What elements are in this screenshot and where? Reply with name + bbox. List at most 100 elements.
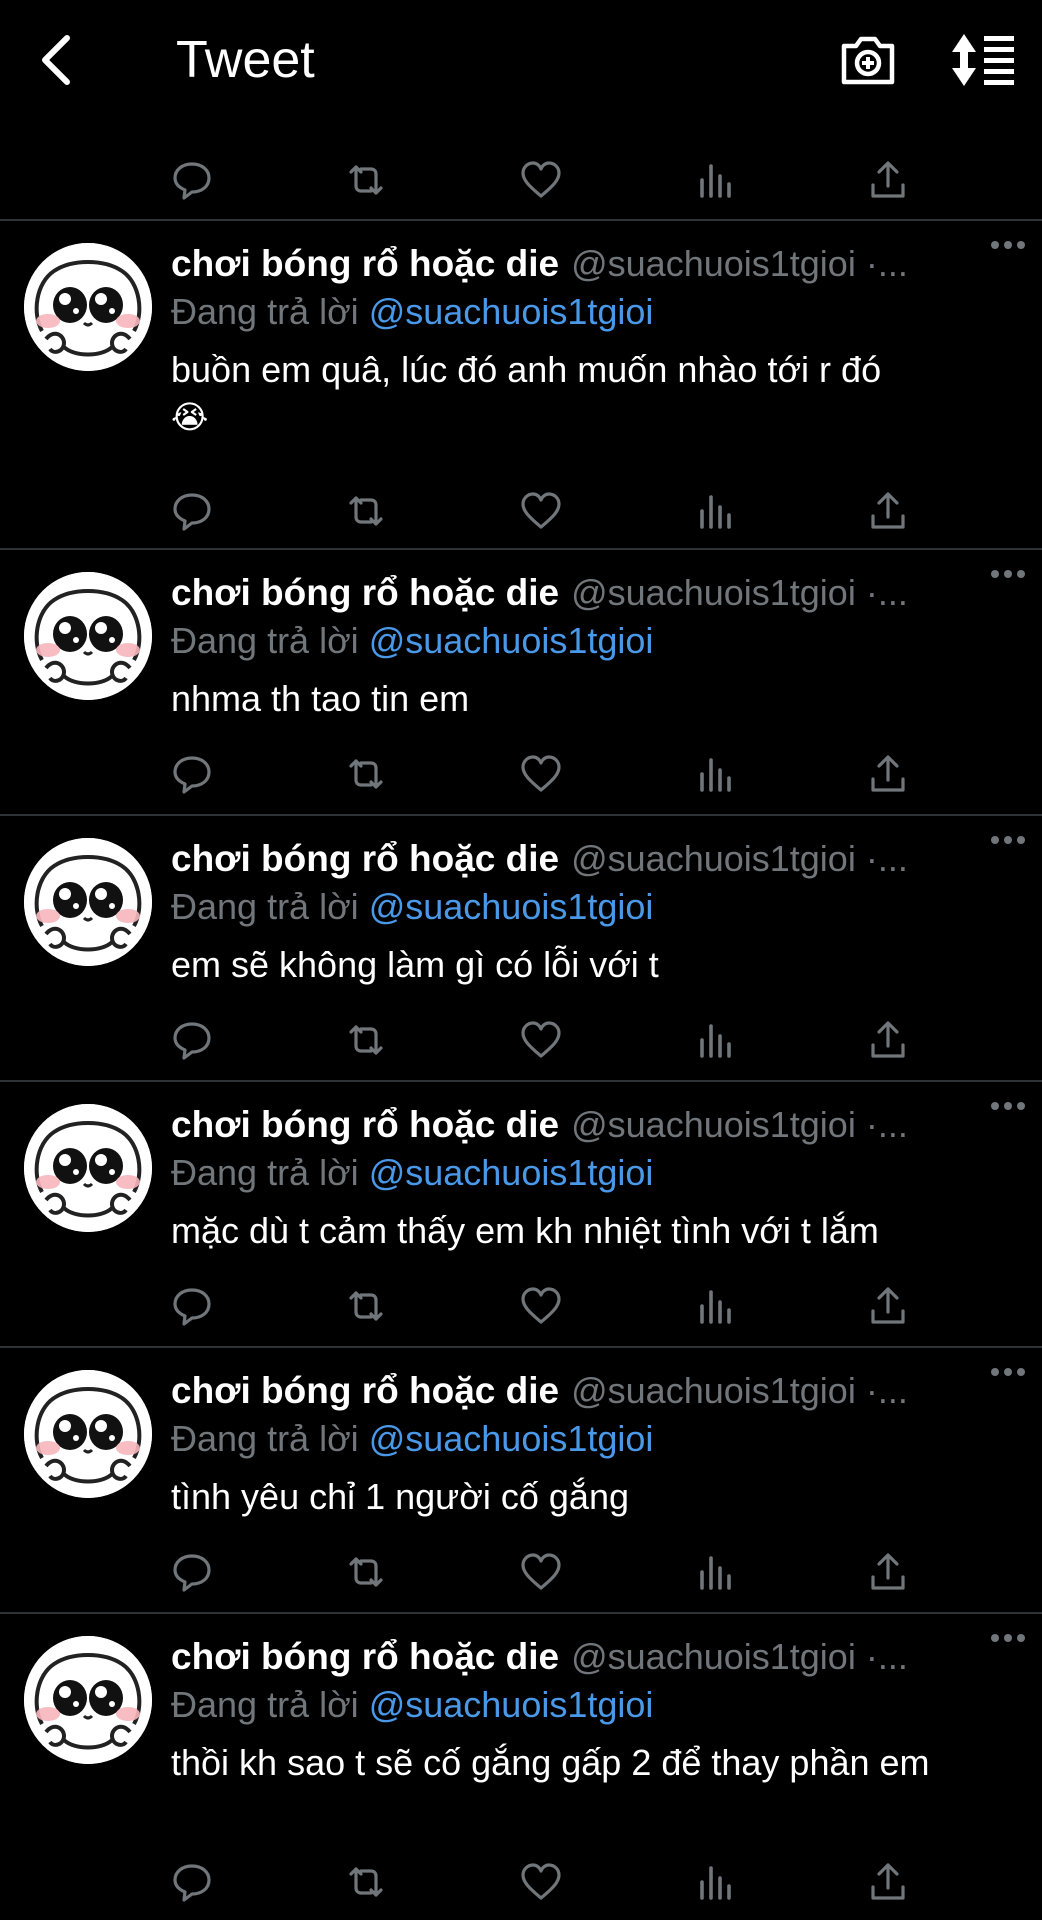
tweet-actions (0, 1544, 1042, 1604)
author-name[interactable]: chơi bóng rổ hoặc die (171, 1636, 559, 1678)
heart-icon (521, 492, 561, 529)
tweet-text-content: nhma th tao tin em (171, 678, 470, 719)
share-button[interactable] (860, 1544, 916, 1600)
more-dots-icon (991, 1634, 1025, 1642)
reply-button[interactable] (164, 1012, 220, 1068)
replying-to-line: Đang trả lời @suachuois1tgioi (171, 884, 1022, 930)
tweet-item[interactable]: chơi bóng rổ hoặc die @suachuois1tgioi ·… (0, 550, 1042, 815)
tweet-item[interactable]: chơi bóng rổ hoặc die @suachuois1tgioi ·… (0, 221, 1042, 549)
cartoon-avatar-icon (24, 1370, 152, 1498)
retweet-button[interactable] (338, 1854, 394, 1910)
avatar[interactable] (24, 243, 152, 371)
tweet-item[interactable]: chơi bóng rổ hoặc die @suachuois1tgioi ·… (0, 1082, 1042, 1347)
tweet-text: thồi kh sao t sẽ cố gắng gấp 2 để thay p… (171, 1740, 1022, 1786)
tweet-text-content: em sẽ không làm gì có lỗi với t (171, 944, 659, 985)
retweet-button[interactable] (338, 1012, 394, 1068)
reply-button[interactable] (164, 746, 220, 802)
author-name[interactable]: chơi bóng rổ hoặc die (171, 1370, 559, 1412)
replying-to-line: Đang trả lời @suachuois1tgioi (171, 1150, 1022, 1196)
retweet-button[interactable] (338, 1544, 394, 1600)
avatar[interactable] (24, 572, 152, 700)
avatar[interactable] (24, 1636, 152, 1764)
replying-to-label: Đang trả lời (171, 1418, 369, 1459)
previous-tweet-actions (0, 152, 1042, 212)
retweet-icon (349, 1867, 383, 1897)
crying-face-emoji-icon: 😭 (171, 399, 209, 435)
reply-button[interactable] (164, 1544, 220, 1600)
camera-button[interactable] (838, 30, 898, 90)
avatar[interactable] (24, 1370, 152, 1498)
views-button[interactable] (688, 1278, 744, 1334)
more-options-button[interactable] (988, 1624, 1028, 1652)
retweet-button[interactable] (338, 1278, 394, 1334)
bar-chart-icon (700, 1290, 731, 1324)
like-button[interactable] (513, 1854, 569, 1910)
share-button[interactable] (860, 483, 916, 539)
tweet-item[interactable]: chơi bóng rổ hoặc die @suachuois1tgioi ·… (0, 1348, 1042, 1613)
cartoon-avatar-icon (24, 1104, 152, 1232)
page-title: Tweet (176, 31, 315, 89)
author-name[interactable]: chơi bóng rổ hoặc die (171, 838, 559, 880)
views-button[interactable] (688, 1544, 744, 1600)
share-icon (871, 161, 905, 198)
mention-link[interactable]: @suachuois1tgioi (369, 620, 654, 661)
views-button[interactable] (688, 483, 744, 539)
views-button[interactable] (688, 152, 744, 208)
author-name[interactable]: chơi bóng rổ hoặc die (171, 1104, 559, 1146)
more-options-button[interactable] (988, 1358, 1028, 1386)
views-button[interactable] (688, 746, 744, 802)
tweet-text: tình yêu chỉ 1 người cố gắng (171, 1474, 1022, 1520)
share-button[interactable] (860, 1278, 916, 1334)
tweet-content: chơi bóng rổ hoặc die @suachuois1tgioi ·… (171, 1100, 1022, 1254)
more-options-button[interactable] (988, 231, 1028, 259)
tweet-text-content: buồn em quâ, lúc đó anh muốn nhào tới r … (171, 349, 882, 390)
share-icon (871, 1287, 905, 1324)
avatar[interactable] (24, 838, 152, 966)
more-options-button[interactable] (988, 1092, 1028, 1120)
retweet-button[interactable] (338, 746, 394, 802)
cartoon-avatar-icon (24, 572, 152, 700)
views-button[interactable] (688, 1012, 744, 1068)
more-dots-icon (991, 1102, 1025, 1110)
views-button[interactable] (688, 1854, 744, 1910)
bar-chart-icon (700, 1024, 731, 1058)
more-options-button[interactable] (988, 560, 1028, 588)
reply-icon (173, 1288, 211, 1326)
reply-button[interactable] (164, 483, 220, 539)
chevron-left-icon (42, 35, 70, 85)
cartoon-avatar-icon (24, 1636, 152, 1764)
mention-link[interactable]: @suachuois1tgioi (369, 886, 654, 927)
back-button[interactable] (30, 28, 80, 92)
like-button[interactable] (513, 1278, 569, 1334)
avatar[interactable] (24, 1104, 152, 1232)
author-handle: @suachuois1tgioi ·... (571, 1636, 908, 1677)
reply-button[interactable] (164, 152, 220, 208)
reply-button[interactable] (164, 1854, 220, 1910)
tweet-item[interactable]: chơi bóng rổ hoặc die @suachuois1tgioi ·… (0, 816, 1042, 1081)
like-button[interactable] (513, 746, 569, 802)
share-button[interactable] (860, 1012, 916, 1068)
mention-link[interactable]: @suachuois1tgioi (369, 1418, 654, 1459)
mention-link[interactable]: @suachuois1tgioi (369, 291, 654, 332)
share-button[interactable] (860, 1854, 916, 1910)
retweet-button[interactable] (338, 152, 394, 208)
author-name[interactable]: chơi bóng rổ hoặc die (171, 243, 559, 285)
author-name[interactable]: chơi bóng rổ hoặc die (171, 572, 559, 614)
mention-link[interactable]: @suachuois1tgioi (369, 1684, 654, 1725)
tweet-actions (0, 1854, 1042, 1914)
retweet-button[interactable] (338, 483, 394, 539)
replying-to-label: Đang trả lời (171, 886, 369, 927)
like-button[interactable] (513, 483, 569, 539)
sort-replies-button[interactable] (950, 30, 1016, 90)
more-options-button[interactable] (988, 826, 1028, 854)
share-button[interactable] (860, 746, 916, 802)
like-button[interactable] (513, 1012, 569, 1068)
reply-button[interactable] (164, 1278, 220, 1334)
retweet-icon (349, 1557, 383, 1587)
like-button[interactable] (513, 1544, 569, 1600)
tweet-item[interactable]: chơi bóng rổ hoặc die @suachuois1tgioi ·… (0, 1614, 1042, 1920)
share-button[interactable] (860, 152, 916, 208)
like-button[interactable] (513, 152, 569, 208)
tweet-content: chơi bóng rổ hoặc die @suachuois1tgioi ·… (171, 1366, 1022, 1520)
mention-link[interactable]: @suachuois1tgioi (369, 1152, 654, 1193)
